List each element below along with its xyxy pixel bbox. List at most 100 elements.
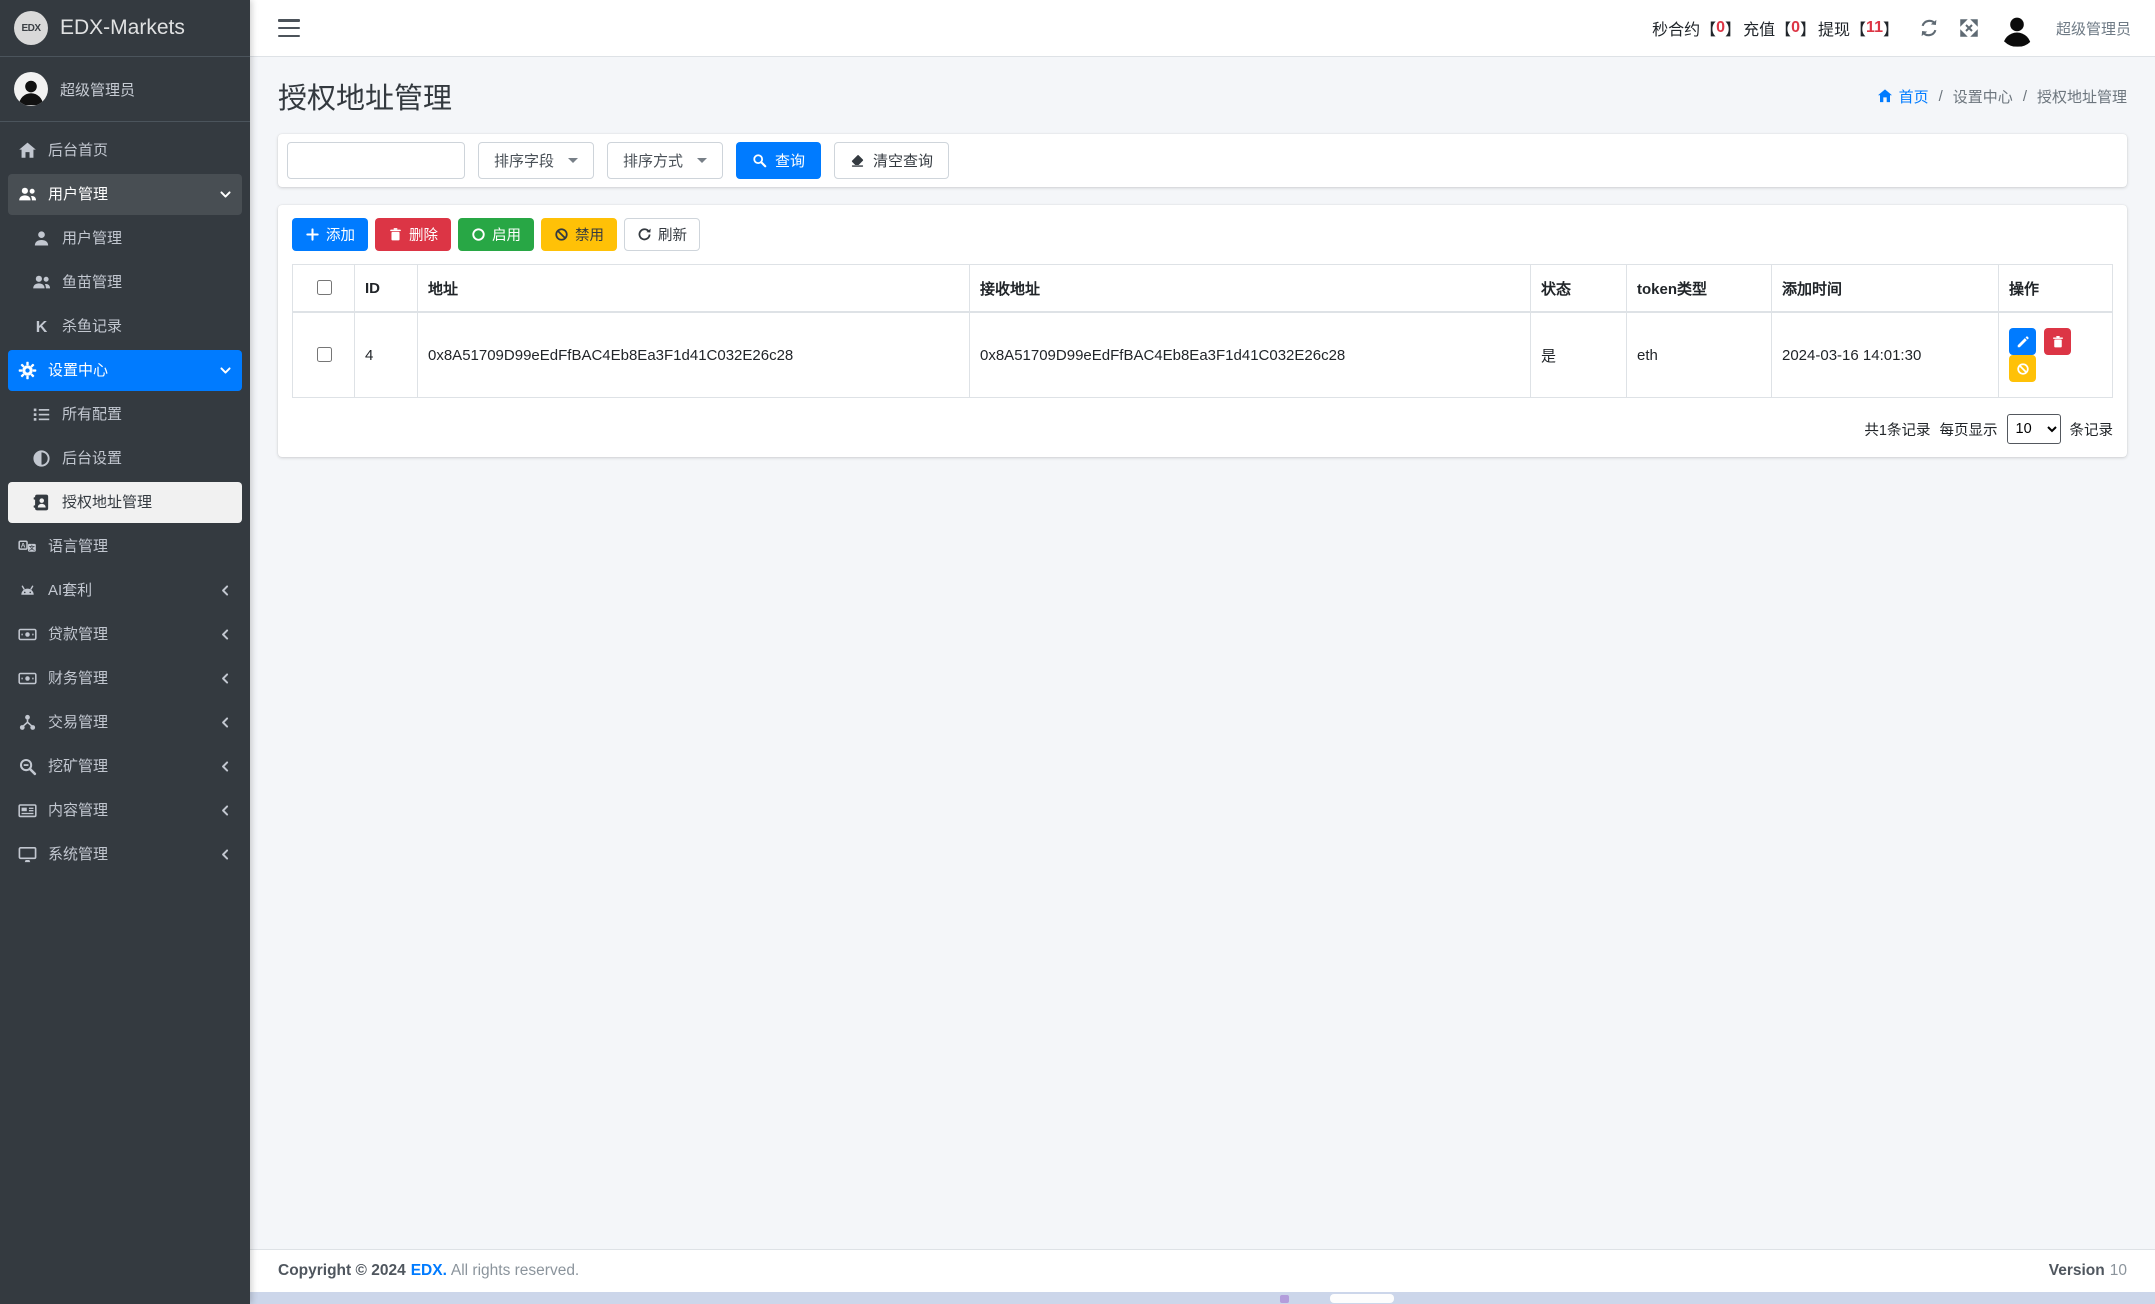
svg-text:文: 文 — [29, 544, 35, 552]
sidebar-item-label: 所有配置 — [62, 404, 122, 425]
sidebar-item-language-management[interactable]: A文 语言管理 — [8, 526, 242, 567]
add-button[interactable]: 添加 — [292, 218, 368, 251]
page-title: 授权地址管理 — [278, 75, 452, 117]
sidebar-subitem-users[interactable]: 用户管理 — [8, 218, 242, 259]
users-icon — [32, 273, 51, 292]
refresh-button[interactable]: 刷新 — [624, 218, 700, 251]
caret-down-icon — [697, 158, 707, 163]
sidebar-item-user-management[interactable]: 用户管理 — [8, 174, 242, 215]
sidebar-item-label: 授权地址管理 — [62, 492, 152, 513]
user-icon — [32, 229, 51, 248]
pagination-per-page-suffix: 条记录 — [2070, 419, 2114, 440]
sidebar-item-trade-management[interactable]: 交易管理 — [8, 702, 242, 743]
sidebar-subitem-fry-management[interactable]: 鱼苗管理 — [8, 262, 242, 303]
sort-order-dropdown[interactable]: 排序方式 — [607, 142, 723, 179]
sidebar-item-label: 用户管理 — [62, 228, 122, 249]
cell-token-type: eth — [1627, 312, 1772, 398]
search-minus-icon — [18, 757, 37, 776]
sidebar-item-settings-center[interactable]: 设置中心 — [8, 350, 242, 391]
chevron-down-icon — [219, 364, 232, 377]
plus-icon — [305, 227, 320, 242]
status-counters[interactable]: 秒合约【0】 充值【0】 提现【11】 — [1652, 16, 1899, 40]
sidebar-item-mining-management[interactable]: 挖矿管理 — [8, 746, 242, 787]
row-edit-button[interactable] — [2009, 328, 2036, 355]
breadcrumb-home-link[interactable]: 首页 — [1877, 86, 1929, 107]
fullscreen-icon[interactable] — [1959, 18, 1979, 38]
sidebar-subitem-all-configs[interactable]: 所有配置 — [8, 394, 242, 435]
delete-button[interactable]: 删除 — [375, 218, 451, 251]
desktop-icon — [18, 845, 37, 864]
chevron-left-icon — [219, 628, 232, 641]
cogs-icon — [18, 361, 37, 380]
sidebar-item-system-management[interactable]: 系统管理 — [8, 834, 242, 875]
chevron-left-icon — [219, 672, 232, 685]
svg-text:A: A — [21, 543, 26, 550]
counter-value: 0 — [1716, 19, 1725, 37]
top-username[interactable]: 超级管理员 — [2056, 18, 2131, 39]
row-checkbox[interactable] — [317, 347, 332, 362]
cell-actions — [1999, 312, 2113, 398]
cell-status: 是 — [1531, 312, 1627, 398]
select-all-checkbox[interactable] — [317, 280, 332, 295]
brand[interactable]: EDX EDX-Markets — [0, 0, 250, 57]
brand-name: EDX-Markets — [60, 16, 185, 40]
sidebar-subitem-backend-settings[interactable]: 后台设置 — [8, 438, 242, 479]
taskbar-dot — [1280, 1295, 1289, 1303]
sidebar-item-loan-management[interactable]: 贷款管理 — [8, 614, 242, 655]
clear-query-button[interactable]: 清空查询 — [834, 142, 949, 179]
sidebar-item-ai-arbitrage[interactable]: AI套利 — [8, 570, 242, 611]
sidebar-subitem-kill-records[interactable]: K 杀鱼记录 — [8, 306, 242, 347]
redo-icon — [637, 227, 652, 242]
user-avatar-icon — [14, 72, 48, 106]
row-ban-button[interactable] — [2009, 355, 2036, 382]
sidebar-item-label: 财务管理 — [48, 668, 108, 689]
sidebar-item-finance-management[interactable]: 财务管理 — [8, 658, 242, 699]
sidebar-item-label: 贷款管理 — [48, 624, 108, 645]
content-wrapper: 授权地址管理 首页 / 设置中心 / 授权地址管理 排序字段 — [250, 57, 2155, 1249]
row-delete-button[interactable] — [2044, 328, 2071, 355]
pagination-per-page-label: 每页显示 — [1940, 419, 1998, 440]
sidebar-item-label: 后台首页 — [48, 140, 108, 161]
sidebar-item-label: 杀鱼记录 — [62, 316, 122, 337]
brand-logo: EDX — [14, 11, 48, 45]
footer-brand-link[interactable]: EDX. — [411, 1262, 447, 1279]
users-icon — [18, 185, 37, 204]
col-header-token-type: token类型 — [1627, 265, 1772, 313]
sort-field-dropdown[interactable]: 排序字段 — [478, 142, 594, 179]
user-panel[interactable]: 超级管理员 — [0, 57, 250, 122]
svg-text:K: K — [36, 318, 48, 336]
main-area: 秒合约【0】 充值【0】 提现【11】 超级管理员 — [250, 0, 2155, 1304]
app-root: EDX EDX-Markets 超级管理员 后台首页 用户管理 — [0, 0, 2155, 1304]
home-icon — [18, 141, 37, 160]
top-navbar: 秒合约【0】 充值【0】 提现【11】 超级管理员 — [250, 0, 2155, 57]
disable-button[interactable]: 禁用 — [541, 218, 617, 251]
footer-rights: All rights reserved. — [451, 1262, 579, 1279]
sidebar-toggle-icon[interactable] — [278, 19, 300, 37]
query-button[interactable]: 查询 — [736, 142, 821, 179]
sidebar-subitem-authorized-address[interactable]: 授权地址管理 — [8, 482, 242, 523]
data-table: ID 地址 接收地址 状态 token类型 添加时间 操作 4 — [292, 264, 2113, 398]
enable-button[interactable]: 启用 — [458, 218, 534, 251]
sidebar-item-dashboard[interactable]: 后台首页 — [8, 130, 242, 171]
chevron-left-icon — [219, 584, 232, 597]
sidebar-item-content-management[interactable]: 内容管理 — [8, 790, 242, 831]
footer-version-value: 10 — [2110, 1262, 2127, 1279]
ban-icon — [554, 227, 569, 242]
sidebar-item-label: AI套利 — [48, 580, 92, 601]
refresh-icon[interactable] — [1919, 18, 1939, 38]
money-bill-icon — [18, 669, 37, 688]
per-page-select[interactable]: 10 — [2007, 414, 2061, 444]
caret-down-icon — [568, 158, 578, 163]
circle-icon — [471, 227, 486, 242]
table-card: 添加 删除 启用 禁用 — [278, 205, 2127, 457]
counter-value: 11 — [1866, 19, 1883, 37]
col-header-receive-address: 接收地址 — [970, 265, 1531, 313]
user-avatar-icon[interactable] — [1999, 10, 2036, 47]
search-input[interactable] — [287, 142, 465, 179]
chevron-left-icon — [219, 716, 232, 729]
sidebar-item-label: 用户管理 — [48, 184, 108, 205]
sidebar: EDX EDX-Markets 超级管理员 后台首页 用户管理 — [0, 0, 250, 1304]
sidebar-nav: 后台首页 用户管理 用户管理 鱼苗管理 K 杀鱼记录 — [0, 122, 250, 1304]
pagination-total: 共1条记录 — [1864, 419, 1930, 440]
cell-added-time: 2024-03-16 14:01:30 — [1772, 312, 1999, 398]
